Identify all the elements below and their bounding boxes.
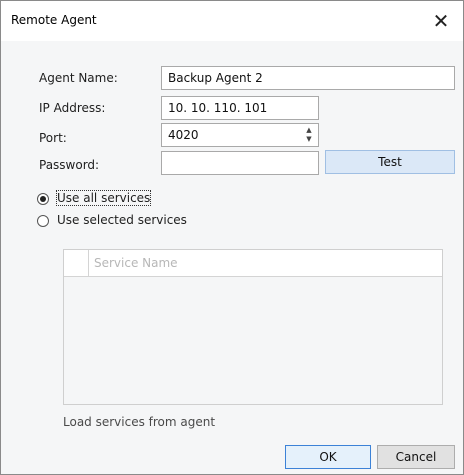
remote-agent-dialog: Remote Agent ✕ Agent Name: Backup Agent … — [0, 0, 464, 475]
use-all-services-radio[interactable] — [37, 193, 49, 205]
use-all-services-label[interactable]: Use all services — [55, 190, 152, 206]
window-title: Remote Agent — [11, 13, 97, 27]
agent-name-input[interactable]: Backup Agent 2 — [161, 66, 455, 90]
title-bar: Remote Agent ✕ — [1, 1, 463, 41]
ok-button[interactable]: OK — [285, 445, 371, 469]
services-table[interactable]: Service Name — [63, 249, 443, 405]
port-input[interactable]: 4020 ▲ ▼ — [161, 123, 319, 147]
cancel-button[interactable]: Cancel — [377, 445, 455, 469]
port-label: Port: — [39, 131, 67, 145]
close-icon[interactable]: ✕ — [419, 1, 463, 41]
service-name-column-header[interactable]: Service Name — [94, 256, 178, 270]
password-label: Password: — [39, 158, 100, 172]
ip-address-label: IP Address: — [39, 101, 106, 115]
test-button[interactable]: Test — [325, 150, 455, 174]
ip-address-input[interactable]: 10. 10. 110. 101 — [161, 96, 319, 120]
services-table-header: Service Name — [64, 250, 442, 277]
radio-selected-dot — [40, 196, 46, 202]
load-services-link[interactable]: Load services from agent — [63, 415, 215, 429]
port-spinner-icon[interactable]: ▲ ▼ — [304, 126, 314, 144]
password-input[interactable] — [161, 151, 319, 175]
use-selected-services-radio[interactable] — [37, 215, 49, 227]
agent-name-label: Agent Name: — [39, 71, 118, 85]
row-selector-column — [64, 250, 89, 276]
port-value: 4020 — [168, 128, 199, 142]
use-selected-services-label[interactable]: Use selected services — [57, 213, 187, 227]
